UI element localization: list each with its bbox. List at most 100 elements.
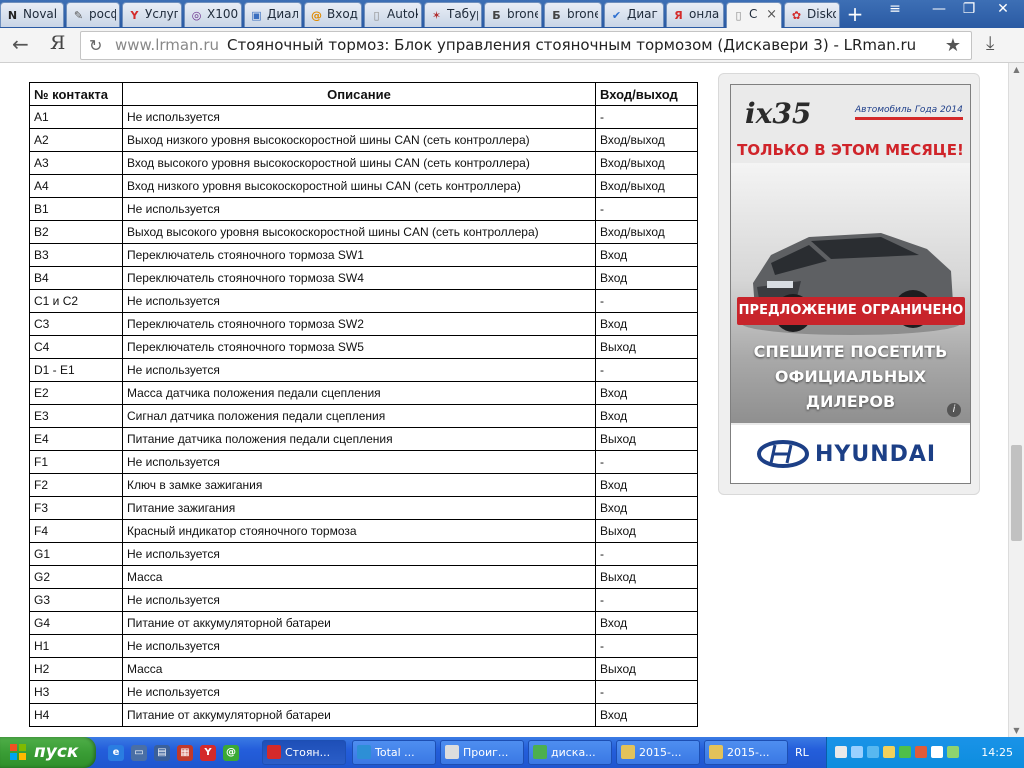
table-row: C3 Переключатель стояночного тормоза SW2 В… [29, 312, 698, 336]
page-icon: ▯ [373, 9, 380, 22]
scroll-up-arrow-icon[interactable]: ▲ [1009, 65, 1024, 74]
tab-label: X100 [207, 7, 238, 21]
browser-tab[interactable]: Бbrone [544, 2, 602, 27]
taskbar-task-button[interactable]: Стоян... [262, 740, 346, 765]
browser-tab[interactable]: Яонлаі [666, 2, 724, 27]
taskbar-task-button[interactable]: Проиг... [440, 740, 524, 765]
hyundai-advertisement[interactable]: ix35 Автомобиль Года 2014 ТОЛЬКО В ЭТОМ … [730, 84, 971, 484]
direction-cell: Вход [595, 496, 698, 520]
table-row: A3 Вход высокого уровня высокоскоростной … [29, 151, 698, 175]
skype-icon[interactable] [867, 746, 879, 758]
reload-icon[interactable]: ↻ [89, 32, 102, 59]
description-cell: Выход низкого уровня высокоскоростной ши… [122, 128, 596, 152]
system-tray: 14:25 [826, 737, 1024, 768]
direction-cell: Вход [595, 312, 698, 336]
browser-tab[interactable]: N Noval [0, 2, 64, 27]
description-cell: Питание от аккумуляторной батареи [122, 611, 596, 635]
description-cell: Не используется [122, 197, 596, 221]
taskbar-task-button[interactable]: Total ... [352, 740, 436, 765]
table-row: E2 Масса датчика положения педали сцеплен… [29, 381, 698, 405]
dialog-icon: ▣ [251, 9, 262, 22]
back-arrow-icon[interactable]: ← [12, 32, 29, 56]
close-window-button[interactable]: ✕ [988, 0, 1018, 20]
yandex-browser-icon [267, 745, 281, 759]
ad-info-icon[interactable]: i [947, 403, 961, 417]
direction-cell: Выход [595, 565, 698, 589]
description-cell: Переключатель стояночного тормоза SW2 [122, 312, 596, 336]
description-cell: Питание датчика положения педали сцеплен… [122, 427, 596, 451]
icq-icon[interactable]: @ [223, 745, 239, 761]
volume-icon[interactable] [851, 746, 863, 758]
navigation-bar: ← Я ↻ www.lrman.ru Стояночный тормоз: Бл… [0, 28, 1024, 63]
browser-tab[interactable]: ▯ С × [726, 2, 782, 29]
tab-label: Autok [387, 7, 418, 21]
browser-tab[interactable]: Y Услуг [122, 2, 182, 27]
bookmark-star-icon[interactable]: ★ [945, 32, 961, 59]
browser-tab[interactable]: ✿ Disko [784, 2, 840, 27]
network-icon[interactable] [835, 746, 847, 758]
table-row: H1 Не используется - [29, 634, 698, 658]
table-row: C1 и C2 Не используется - [29, 289, 698, 313]
pdf-icon[interactable]: ▦ [177, 745, 193, 761]
tab-label: Услуг [145, 7, 178, 21]
table-header-row: № контакта Описание Вход/выход [29, 82, 698, 106]
direction-cell: Вход [595, 381, 698, 405]
minimize-button[interactable]: — [924, 0, 954, 20]
new-tab-button[interactable]: + [843, 3, 867, 25]
start-button[interactable]: пуск [0, 737, 96, 768]
table-row: B2 Выход высокого уровня высокоскоростной… [29, 220, 698, 244]
yandex-logo-icon[interactable]: Я [50, 32, 65, 54]
browser-tab[interactable]: ◎ X100 [184, 2, 242, 27]
clock[interactable]: 14:25 [981, 737, 1013, 768]
safe-remove-icon[interactable] [947, 746, 959, 758]
total-commander-icon [357, 745, 371, 759]
pin-cell: H3 [29, 680, 123, 704]
browser-menu-button[interactable]: ≡ [880, 0, 910, 20]
taskbar-task-button[interactable]: диска... [528, 740, 612, 765]
antivirus-icon[interactable] [883, 746, 895, 758]
ad-limited-offer-banner: ПРЕДЛОЖЕНИЕ ОГРАНИЧЕНО [737, 297, 965, 325]
scrollbar-thumb[interactable] [1011, 445, 1022, 541]
scroll-down-arrow-icon[interactable]: ▼ [1009, 726, 1024, 735]
table-row: G1 Не используется - [29, 542, 698, 566]
folder-icon [621, 745, 635, 759]
novalis-icon: N [7, 9, 18, 22]
java-icon[interactable] [915, 746, 927, 758]
downloads-icon[interactable]: ⤓ [986, 32, 994, 54]
ie-icon[interactable]: e [108, 745, 124, 761]
yandex-browser-icon[interactable]: Y [200, 745, 216, 761]
taskbar-task-button[interactable]: 2015-... [616, 740, 700, 765]
description-cell: Не используется [122, 542, 596, 566]
column-header-description: Описание [122, 82, 596, 106]
direction-cell: Выход [595, 657, 698, 681]
vertical-scrollbar[interactable]: ▲ ▼ [1008, 63, 1024, 737]
description-cell: Питание от аккумуляторной батареи [122, 703, 596, 727]
table-row: B4 Переключатель стояночного тормоза SW4 В… [29, 266, 698, 290]
maximize-button[interactable]: ❐ [954, 0, 984, 20]
browser-tab[interactable]: ▯ Autok [364, 2, 422, 27]
image-icon [533, 745, 547, 759]
tab-label: Disko [807, 7, 836, 21]
table-row: D1 - E1 Не используется - [29, 358, 698, 382]
media-icon[interactable]: ▤ [154, 745, 170, 761]
desktop-icon[interactable]: ▭ [131, 745, 147, 761]
language-indicator[interactable]: RL [795, 737, 809, 768]
address-bar[interactable]: ↻ www.lrman.ru Стояночный тормоз: Блок у… [80, 31, 972, 60]
description-cell: Ключ в замке зажигания [122, 473, 596, 497]
pin-cell: F4 [29, 519, 123, 543]
direction-cell: - [595, 680, 698, 704]
browser-tab[interactable]: ▣ Диал [244, 2, 302, 27]
pin-cell: F2 [29, 473, 123, 497]
ad-call-to-action: СПЕШИТЕ ПОСЕТИТЬ ОФИЦИАЛЬНЫХ ДИЛЕРОВ [731, 339, 970, 414]
browser-tab[interactable]: Бbrone [484, 2, 542, 27]
speaker-icon[interactable] [931, 746, 943, 758]
close-tab-icon[interactable]: × [766, 3, 777, 26]
table-row: F3 Питание зажигания Вход [29, 496, 698, 520]
taskbar-task-button[interactable]: 2015-... [704, 740, 788, 765]
browser-tab[interactable]: @ Вход [304, 2, 362, 27]
browser-tab[interactable]: ✶ Табур [424, 2, 482, 27]
pin-cell: E4 [29, 427, 123, 451]
browser-tab[interactable]: ✎ росф [66, 2, 120, 27]
browser-tab[interactable]: ✔ Диаг [604, 2, 664, 27]
icq-tray-icon[interactable] [899, 746, 911, 758]
